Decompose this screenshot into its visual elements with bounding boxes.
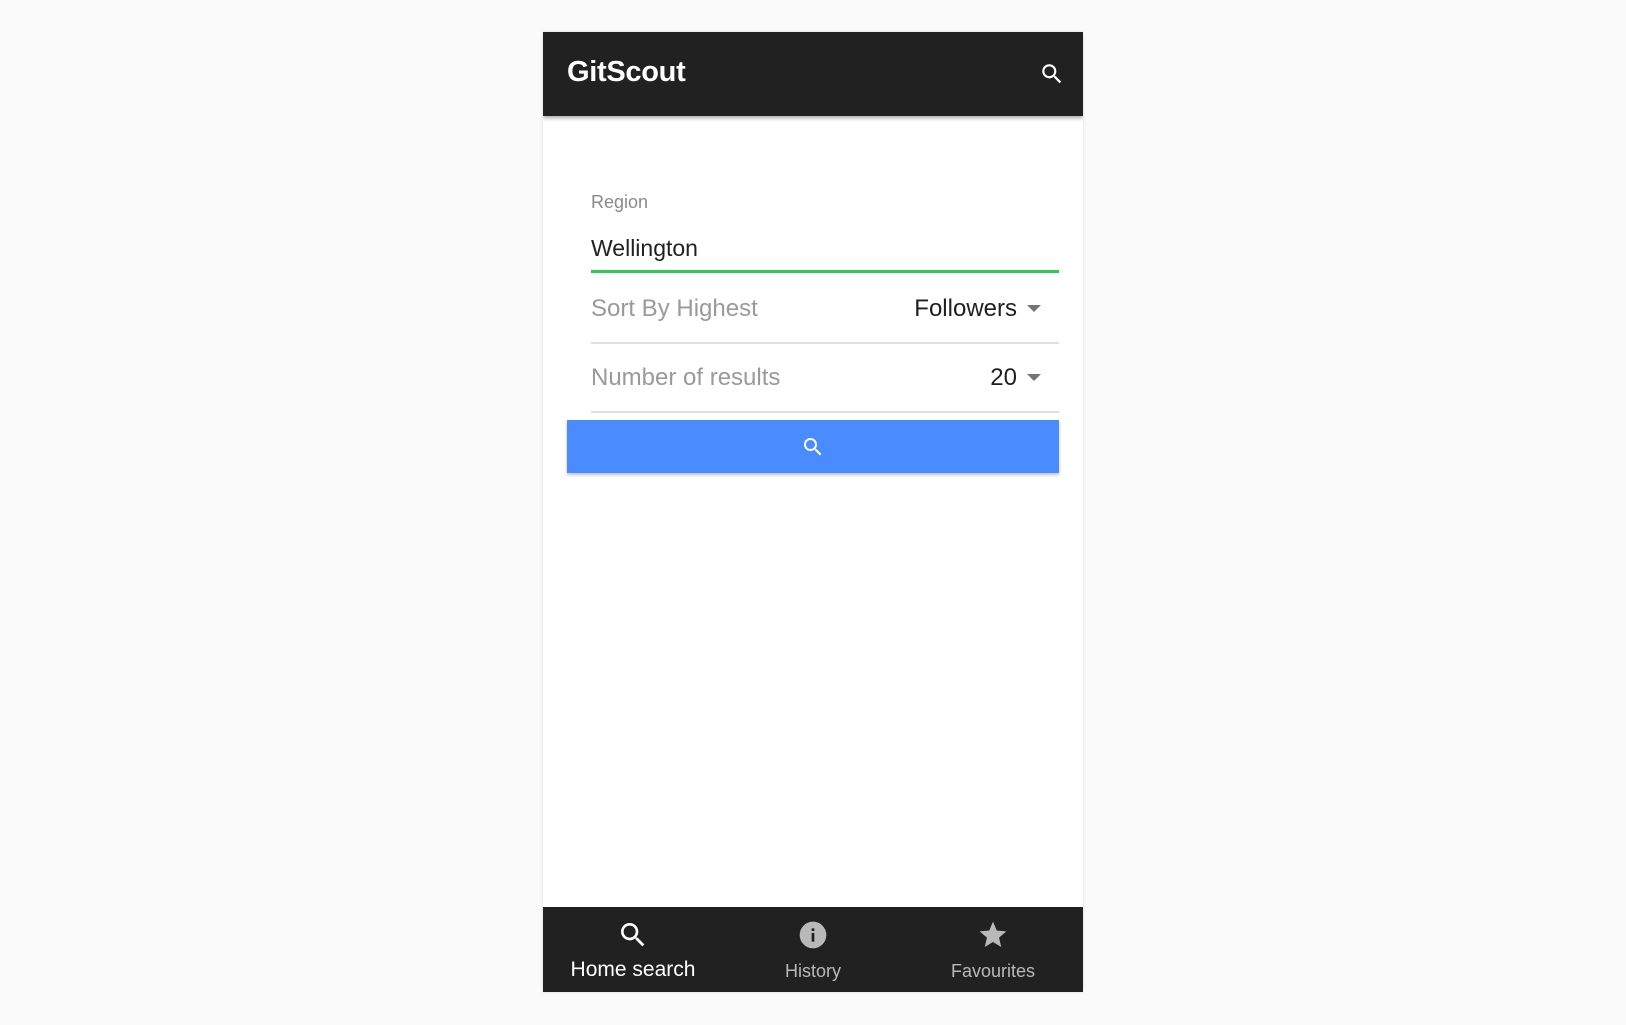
nav-item-favourites[interactable]: Favourites: [903, 907, 1083, 992]
region-label: Region: [591, 192, 649, 212]
nav-item-home-search[interactable]: Home search: [543, 907, 723, 992]
nav-label-home-search: Home search: [570, 958, 696, 981]
bottom-navigation: Home search History Favourites: [543, 907, 1083, 992]
nav-item-history[interactable]: History: [723, 907, 903, 992]
app-window: GitScout Region Sort By Highest Follower…: [543, 32, 1083, 992]
sort-by-value: Followers: [914, 295, 1017, 322]
app-bar: GitScout: [543, 32, 1083, 116]
search-form: Region Sort By Highest Followers Number …: [543, 116, 1083, 938]
info-icon: [799, 921, 827, 949]
region-input[interactable]: [591, 228, 1059, 268]
chevron-down-icon: [1027, 374, 1041, 381]
search-button[interactable]: [567, 420, 1059, 473]
region-input-underline: [591, 270, 1059, 273]
chevron-down-icon: [1027, 305, 1041, 312]
search-icon: [804, 438, 822, 456]
sort-by-label: Sort By Highest: [591, 295, 758, 322]
nav-label-favourites: Favourites: [950, 961, 1036, 981]
sort-by-select[interactable]: Sort By Highest Followers: [591, 274, 1059, 344]
results-count-select[interactable]: Number of results 20: [591, 343, 1059, 413]
star-icon: [979, 921, 1007, 947]
app-title: GitScout: [567, 56, 686, 88]
nav-label-history: History: [784, 961, 841, 981]
search-icon[interactable]: [1039, 61, 1065, 87]
results-count-label: Number of results: [591, 364, 781, 391]
search-icon: [621, 923, 645, 947]
results-count-value: 20: [990, 364, 1017, 391]
